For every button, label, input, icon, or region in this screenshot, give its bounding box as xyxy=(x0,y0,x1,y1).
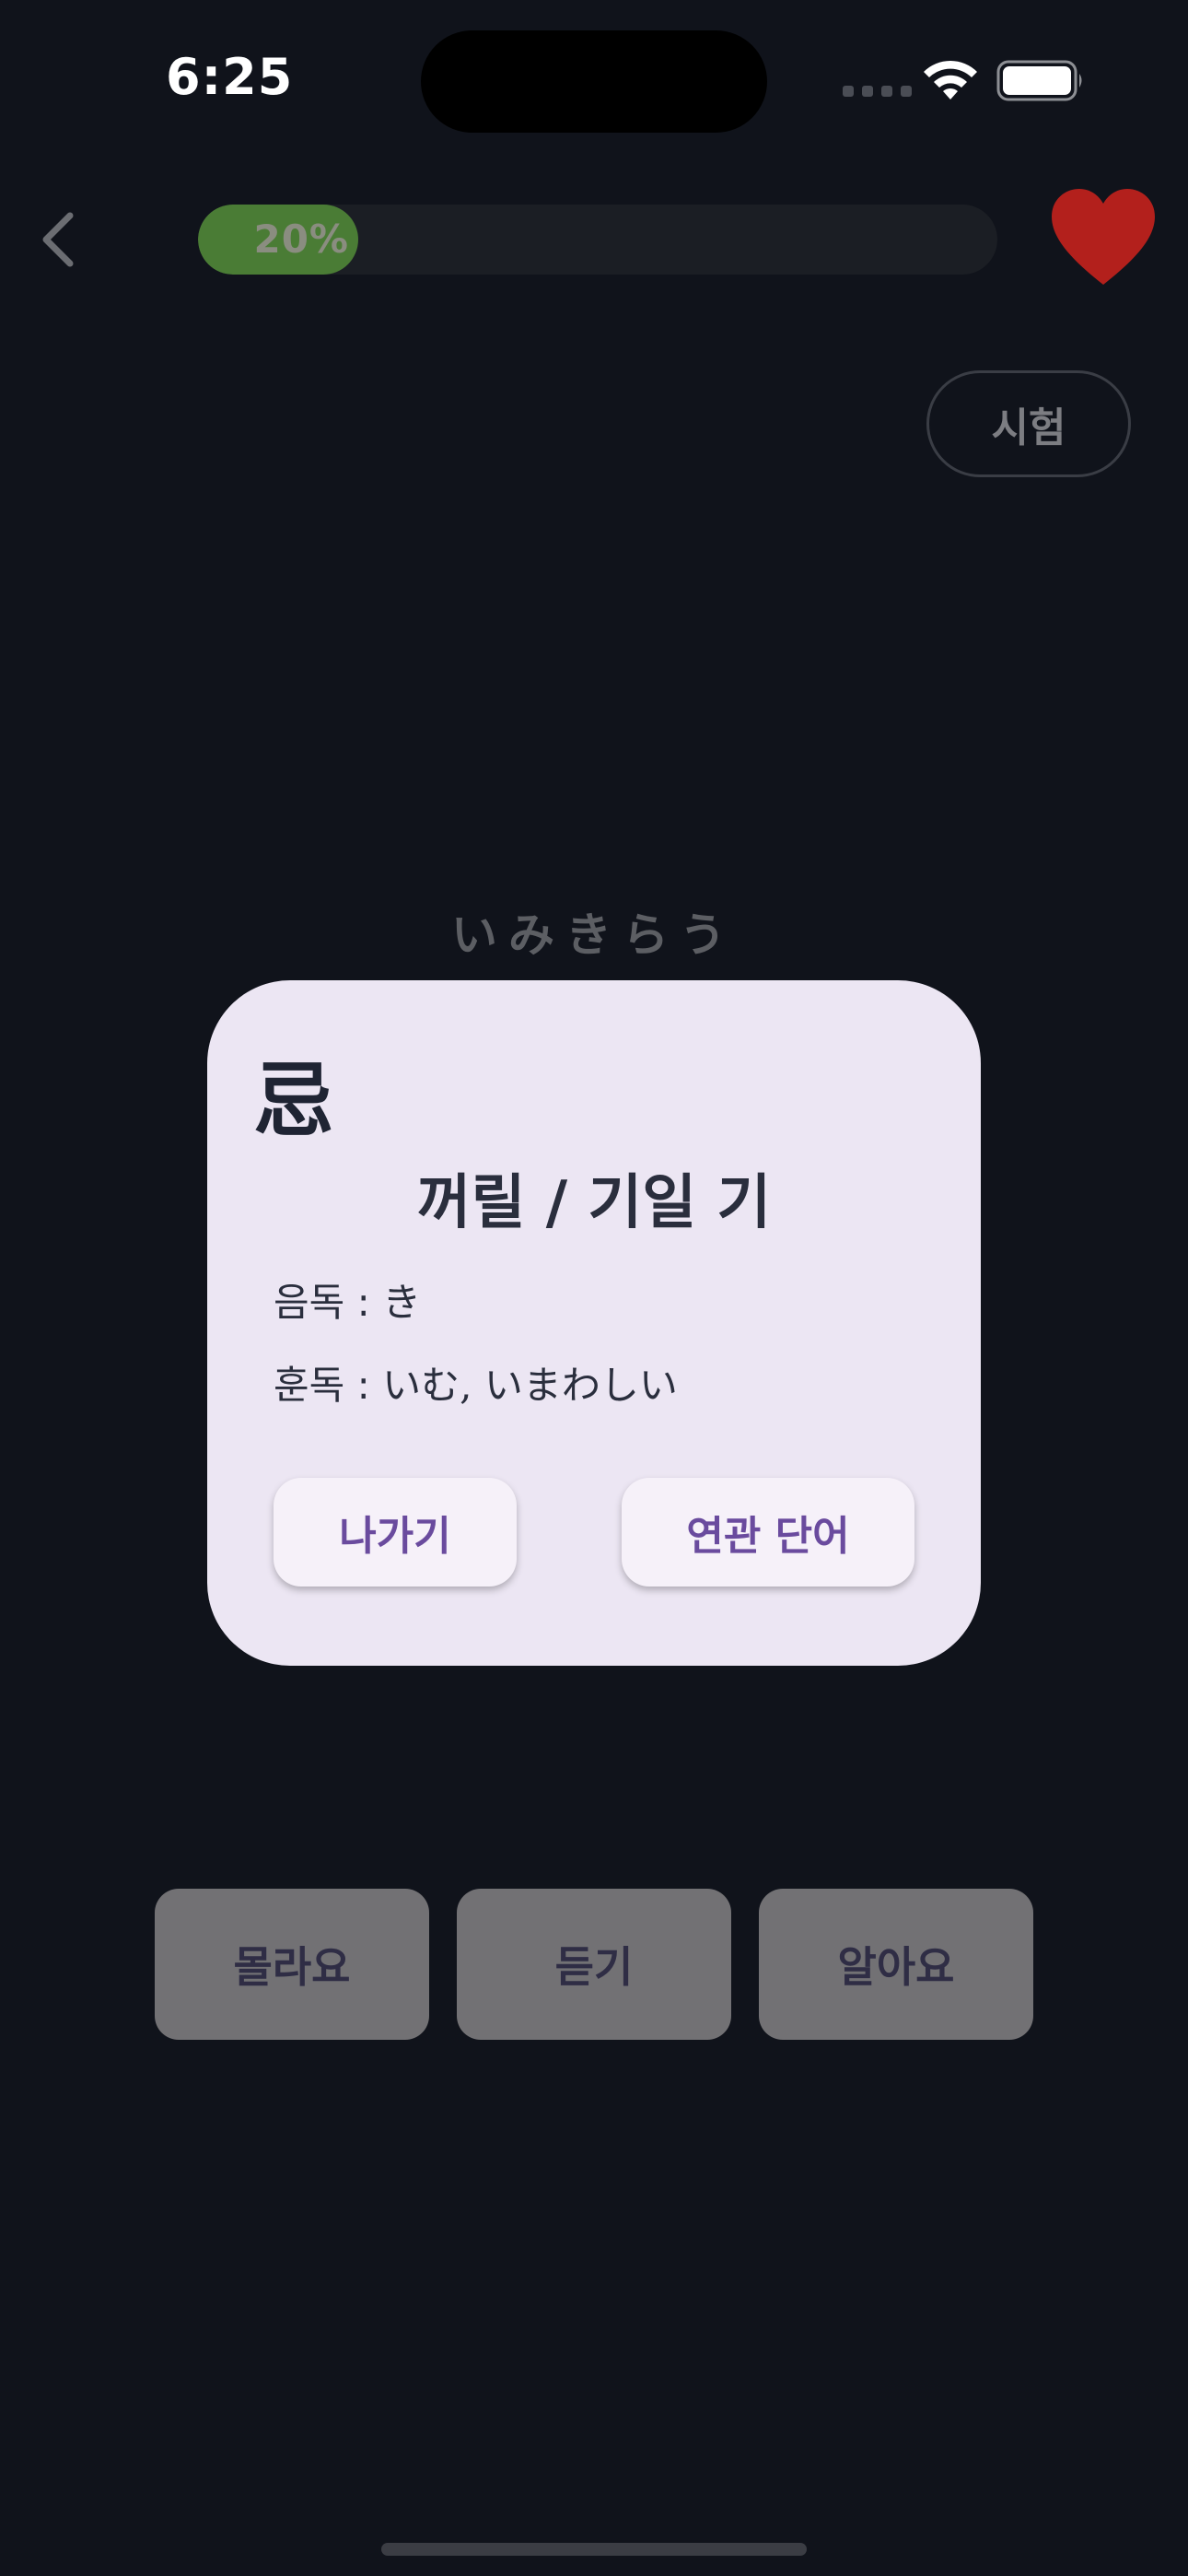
kunyomi-label: 훈독 : xyxy=(274,1363,370,1408)
exit-button[interactable]: 나가기 xyxy=(274,1478,517,1587)
onyomi-label: 음독 : xyxy=(274,1280,370,1325)
progress-fill: 20% xyxy=(198,205,358,275)
onyomi-row: 음독 : き xyxy=(274,1271,421,1328)
cellular-signal-icon xyxy=(843,86,912,97)
progress-bar: 20% xyxy=(198,205,997,275)
dynamic-island xyxy=(421,30,767,133)
back-chevron-icon[interactable] xyxy=(33,203,88,276)
progress-label: 20% xyxy=(253,217,349,262)
know-button[interactable]: 알아요 xyxy=(759,1889,1033,2040)
heart-icon[interactable] xyxy=(1050,189,1157,290)
modal-meaning: 꺼릴 / 기일 기 xyxy=(416,1169,772,1237)
status-time: 6:25 xyxy=(166,48,294,106)
wifi-icon xyxy=(924,60,977,100)
test-button[interactable]: 시험 xyxy=(926,370,1131,477)
modal-kanji: 忌 xyxy=(253,1052,335,1148)
kanji-detail-modal: 忌 꺼릴 / 기일 기 음독 : き 훈독 : いむ, いまわしい 나가기 연관… xyxy=(207,980,981,1666)
dont-know-button[interactable]: 몰라요 xyxy=(155,1889,429,2040)
kunyomi-row: 훈독 : いむ, いまわしい xyxy=(274,1354,678,1411)
kunyomi-value: いむ, いまわしい xyxy=(382,1363,678,1408)
home-indicator xyxy=(381,2543,807,2556)
reading-text: いみきらう xyxy=(451,908,737,962)
related-words-button[interactable]: 연관 단어 xyxy=(622,1478,914,1587)
onyomi-value: き xyxy=(382,1280,422,1325)
listen-button[interactable]: 듣기 xyxy=(457,1889,731,2040)
battery-icon xyxy=(996,60,1082,101)
